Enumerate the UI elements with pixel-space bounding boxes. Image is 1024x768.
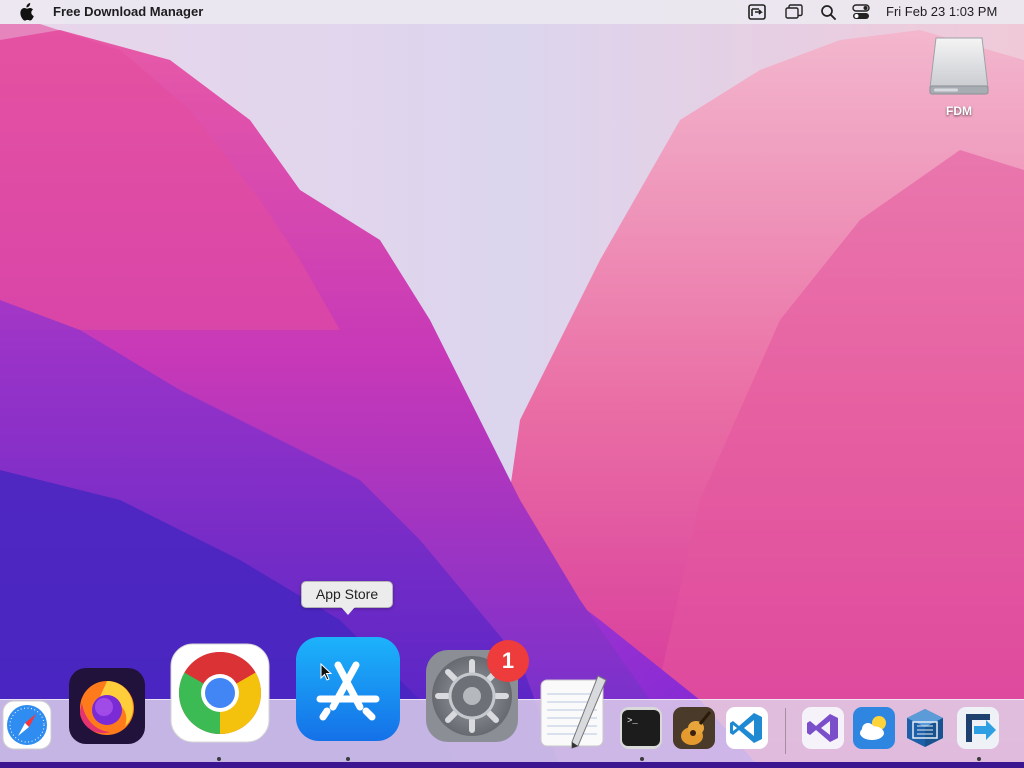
dock-item-chrome[interactable] (170, 643, 270, 743)
safari-icon (2, 700, 52, 750)
app-store-icon (296, 637, 400, 741)
screen-mirroring-icon[interactable] (785, 4, 803, 20)
drive-label: FDM (946, 104, 972, 118)
dock-item-safari[interactable] (2, 700, 52, 750)
running-indicator (346, 757, 350, 761)
dock-separator (785, 708, 786, 754)
vscode-icon (725, 706, 769, 750)
fdm-icon (956, 706, 1000, 750)
dock-item-visual-studio[interactable] (801, 706, 845, 750)
terminal-icon: >_ (619, 706, 663, 750)
dock-tooltip: App Store (301, 581, 393, 608)
dock-item-fdm[interactable] (956, 706, 1000, 750)
dock-tooltip-arrow (341, 607, 355, 615)
running-indicator (217, 757, 221, 761)
chrome-icon (170, 643, 270, 743)
firefox-icon (68, 667, 146, 745)
dock-bottom-edge (0, 762, 1024, 768)
menubar-clock[interactable]: Fri Feb 23 1:03 PM (886, 4, 997, 19)
dock-item-textedit[interactable] (538, 672, 608, 750)
svg-text:>_: >_ (627, 716, 638, 726)
spotlight-search-icon[interactable] (820, 4, 838, 20)
running-indicator (977, 757, 981, 761)
notification-badge: 1 (487, 640, 529, 682)
weather-icon (852, 706, 896, 750)
garageband-icon (672, 706, 716, 750)
desktop-drive[interactable]: FDM (928, 36, 990, 118)
textedit-icon (538, 672, 608, 750)
active-app-name[interactable]: Free Download Manager (53, 4, 203, 19)
dock-item-firefox[interactable] (68, 667, 146, 745)
control-center-icon[interactable] (852, 4, 870, 20)
mouse-cursor (320, 662, 333, 686)
dock-item-garageband[interactable] (672, 706, 716, 750)
apple-menu-icon[interactable] (18, 3, 34, 21)
virtualbox-icon (903, 706, 947, 750)
visual-studio-icon (801, 706, 845, 750)
dock-item-vscode[interactable] (725, 706, 769, 750)
dock-item-weather[interactable] (852, 706, 896, 750)
disk-drive-icon (928, 37, 990, 102)
fdm-menubar-icon[interactable] (748, 4, 766, 20)
running-indicator (640, 757, 644, 761)
dock-item-terminal[interactable]: >_ (619, 706, 663, 750)
dock-item-virtualbox[interactable] (903, 706, 947, 750)
dock-item-app-store[interactable] (296, 637, 400, 741)
menu-bar: Free Download Manager Fri Feb 23 1:03 PM (0, 0, 1024, 24)
